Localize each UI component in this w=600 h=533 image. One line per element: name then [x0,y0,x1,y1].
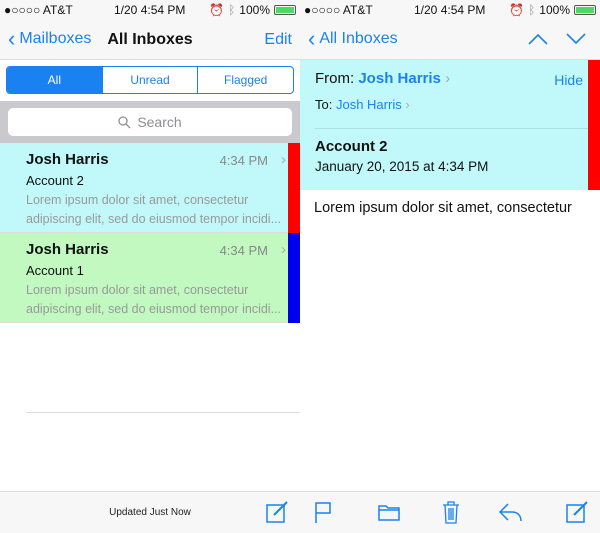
all-inboxes-back-button[interactable]: ‹ All Inboxes [308,26,398,51]
status-bar: ●○○○○ AT&T 1/20 4:54 PM ⏰ ᛒ 100% [300,0,600,20]
hide-button[interactable]: Hide [554,72,583,88]
message-row[interactable]: Josh Harris 4:34 PM › Account 1 Lorem ip… [0,233,300,323]
to-recipient-link[interactable]: Josh Harris [336,97,402,112]
carrier: ●○○○○ AT&T [304,3,373,17]
battery-percent: 100% [239,3,270,17]
bottom-toolbar [300,491,600,533]
search-input[interactable]: Search [8,108,292,136]
alarm-icon: ⏰ [209,3,225,17]
flag-icon[interactable] [314,500,334,524]
chevron-right-icon: › [405,97,410,112]
reply-icon[interactable] [498,500,524,524]
compose-icon[interactable] [566,500,590,524]
battery-icon [274,5,296,15]
chevron-right-icon: › [281,241,286,258]
segment-all[interactable]: All [7,67,102,93]
carrier: ●○○○○ AT&T [4,3,73,17]
search-placeholder: Search [137,114,182,130]
account-color-bar [288,233,300,323]
edit-button[interactable]: Edit [264,31,292,49]
folder-icon[interactable] [378,500,400,524]
from-line: From: Josh Harris › [315,70,450,87]
preview: Lorem ipsum dolor sit amet, consectetur a… [26,281,282,319]
date: January 20, 2015 at 4:34 PM [315,159,489,174]
clock: 1/20 4:54 PM [414,3,486,17]
message-body: Lorem ipsum dolor sit amet, consectetur [314,200,572,216]
to-line: To: Josh Harris › [315,97,410,112]
bottom-toolbar: Updated Just Now [0,491,300,533]
sender: Josh Harris [26,241,109,258]
alarm-icon: ⏰ [509,3,525,17]
preview: Lorem ipsum dolor sit amet, consectetur a… [26,191,282,229]
next-message-icon[interactable] [566,33,586,45]
mailbox-list-pane: ●○○○○ AT&T 1/20 4:54 PM ⏰ ᛒ 100% ‹ Mailboxe… [0,0,300,533]
divider [26,412,300,413]
battery-percent: 100% [539,3,570,17]
message-row[interactable]: Josh Harris 4:34 PM › Account 2 Lorem ip… [0,143,300,233]
chevron-right-icon: › [281,151,286,168]
search-bar: Search [0,101,300,143]
preview-line: adipiscing elit, sed do eiusmod tempor i… [26,302,281,316]
time: 4:34 PM [219,153,268,168]
previous-message-icon[interactable] [528,33,548,45]
subject: Account 2 [315,138,388,155]
nav-bar: ‹ Mailboxes All Inboxes Edit [0,20,300,60]
battery-icon [574,5,596,15]
trash-icon[interactable] [442,500,460,524]
clock: 1/20 4:54 PM [114,3,186,17]
to-label: To: [315,97,333,112]
time: 4:34 PM [219,243,268,258]
page-title: All Inboxes [107,31,193,48]
filter-segmented-control: All Unread Flagged [6,66,294,94]
message-header: From: Josh Harris › Hide To: Josh Harris… [300,60,600,190]
subject: Account 2 [26,173,84,188]
divider [315,128,588,129]
from-sender-link[interactable]: Josh Harris [358,70,441,87]
bluetooth-icon: ᛒ [228,3,236,17]
subject: Account 1 [26,263,84,278]
chevron-right-icon: › [445,70,451,87]
message-detail-pane: ●○○○○ AT&T 1/20 4:54 PM ⏰ ᛒ 100% ‹ All Inbo… [300,0,600,533]
search-icon [118,115,131,128]
chevron-left-icon: ‹ [308,26,316,51]
account-color-bar [588,60,600,190]
sender: Josh Harris [26,151,109,168]
back-label: All Inboxes [319,30,398,47]
account-color-bar [288,143,300,233]
segment-unread[interactable]: Unread [101,67,198,93]
from-label: From: [315,70,355,87]
preview-line: Lorem ipsum dolor sit amet, consectetur [26,283,249,297]
preview-line: adipiscing elit, sed do eiusmod tempor i… [26,212,281,226]
status-bar: ●○○○○ AT&T 1/20 4:54 PM ⏰ ᛒ 100% [0,0,300,20]
update-status: Updated Just Now [109,507,191,518]
bluetooth-icon: ᛒ [528,3,536,17]
preview-line: Lorem ipsum dolor sit amet, consectetur [26,193,249,207]
nav-bar: ‹ All Inboxes [300,20,600,60]
segment-flagged[interactable]: Flagged [197,67,293,93]
compose-icon[interactable] [266,500,290,524]
